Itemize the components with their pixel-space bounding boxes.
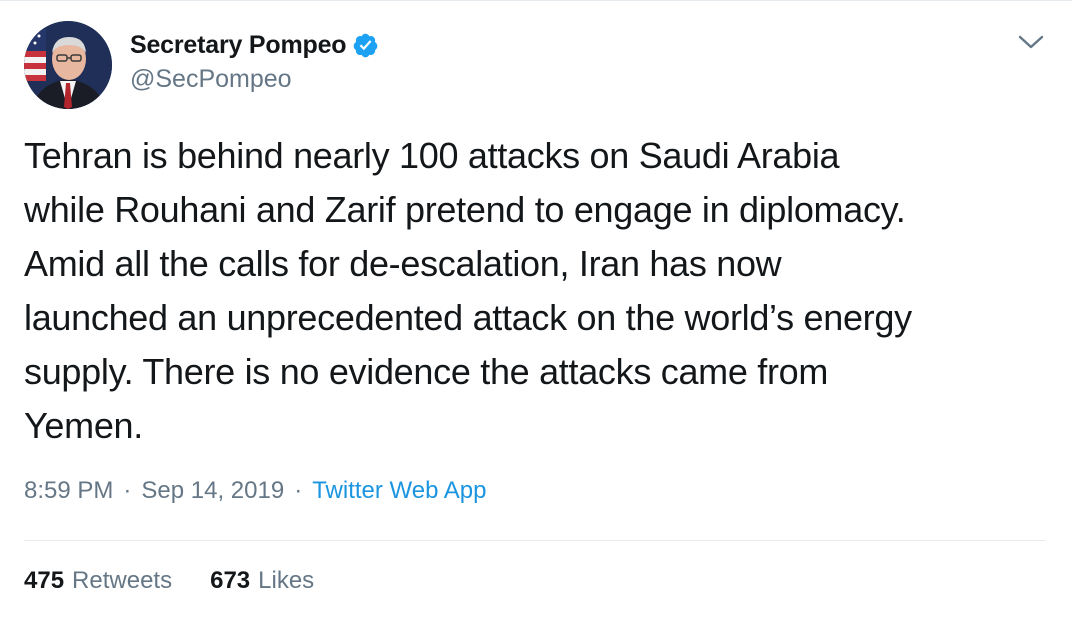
divider <box>24 540 1046 541</box>
display-name[interactable]: Secretary Pompeo <box>130 31 347 60</box>
tweet-card: Secretary Pompeo @SecPompeo Tehran is be… <box>0 0 1072 626</box>
retweets-count: 475 <box>24 567 65 594</box>
verified-badge-icon <box>352 32 379 59</box>
tweet-metadata: 8:59 PM · Sep 14, 2019 · Twitter Web App <box>24 477 487 505</box>
author-name-row: Secretary Pompeo <box>130 28 379 62</box>
user-handle[interactable]: @SecPompeo <box>130 65 292 94</box>
likes-count: 673 <box>210 567 251 594</box>
tweet-time[interactable]: 8:59 PM <box>24 477 113 505</box>
tweet-date[interactable]: Sep 14, 2019 <box>141 477 284 505</box>
tweet-stats: 475 Retweets 673 Likes <box>24 567 314 595</box>
retweets-label: Retweets <box>72 567 173 594</box>
retweets-stat[interactable]: 475 Retweets <box>24 567 172 595</box>
tweet-text: Tehran is behind nearly 100 attacks on S… <box>24 135 912 446</box>
avatar[interactable] <box>24 21 112 109</box>
likes-label: Likes <box>258 567 315 594</box>
meta-separator: · <box>123 477 132 504</box>
likes-stat[interactable]: 673 Likes <box>210 567 314 595</box>
chevron-down-icon[interactable] <box>1016 31 1046 53</box>
tweet-source-link[interactable]: Twitter Web App <box>312 477 486 505</box>
avatar-photo <box>24 21 112 109</box>
meta-separator: · <box>294 477 303 504</box>
